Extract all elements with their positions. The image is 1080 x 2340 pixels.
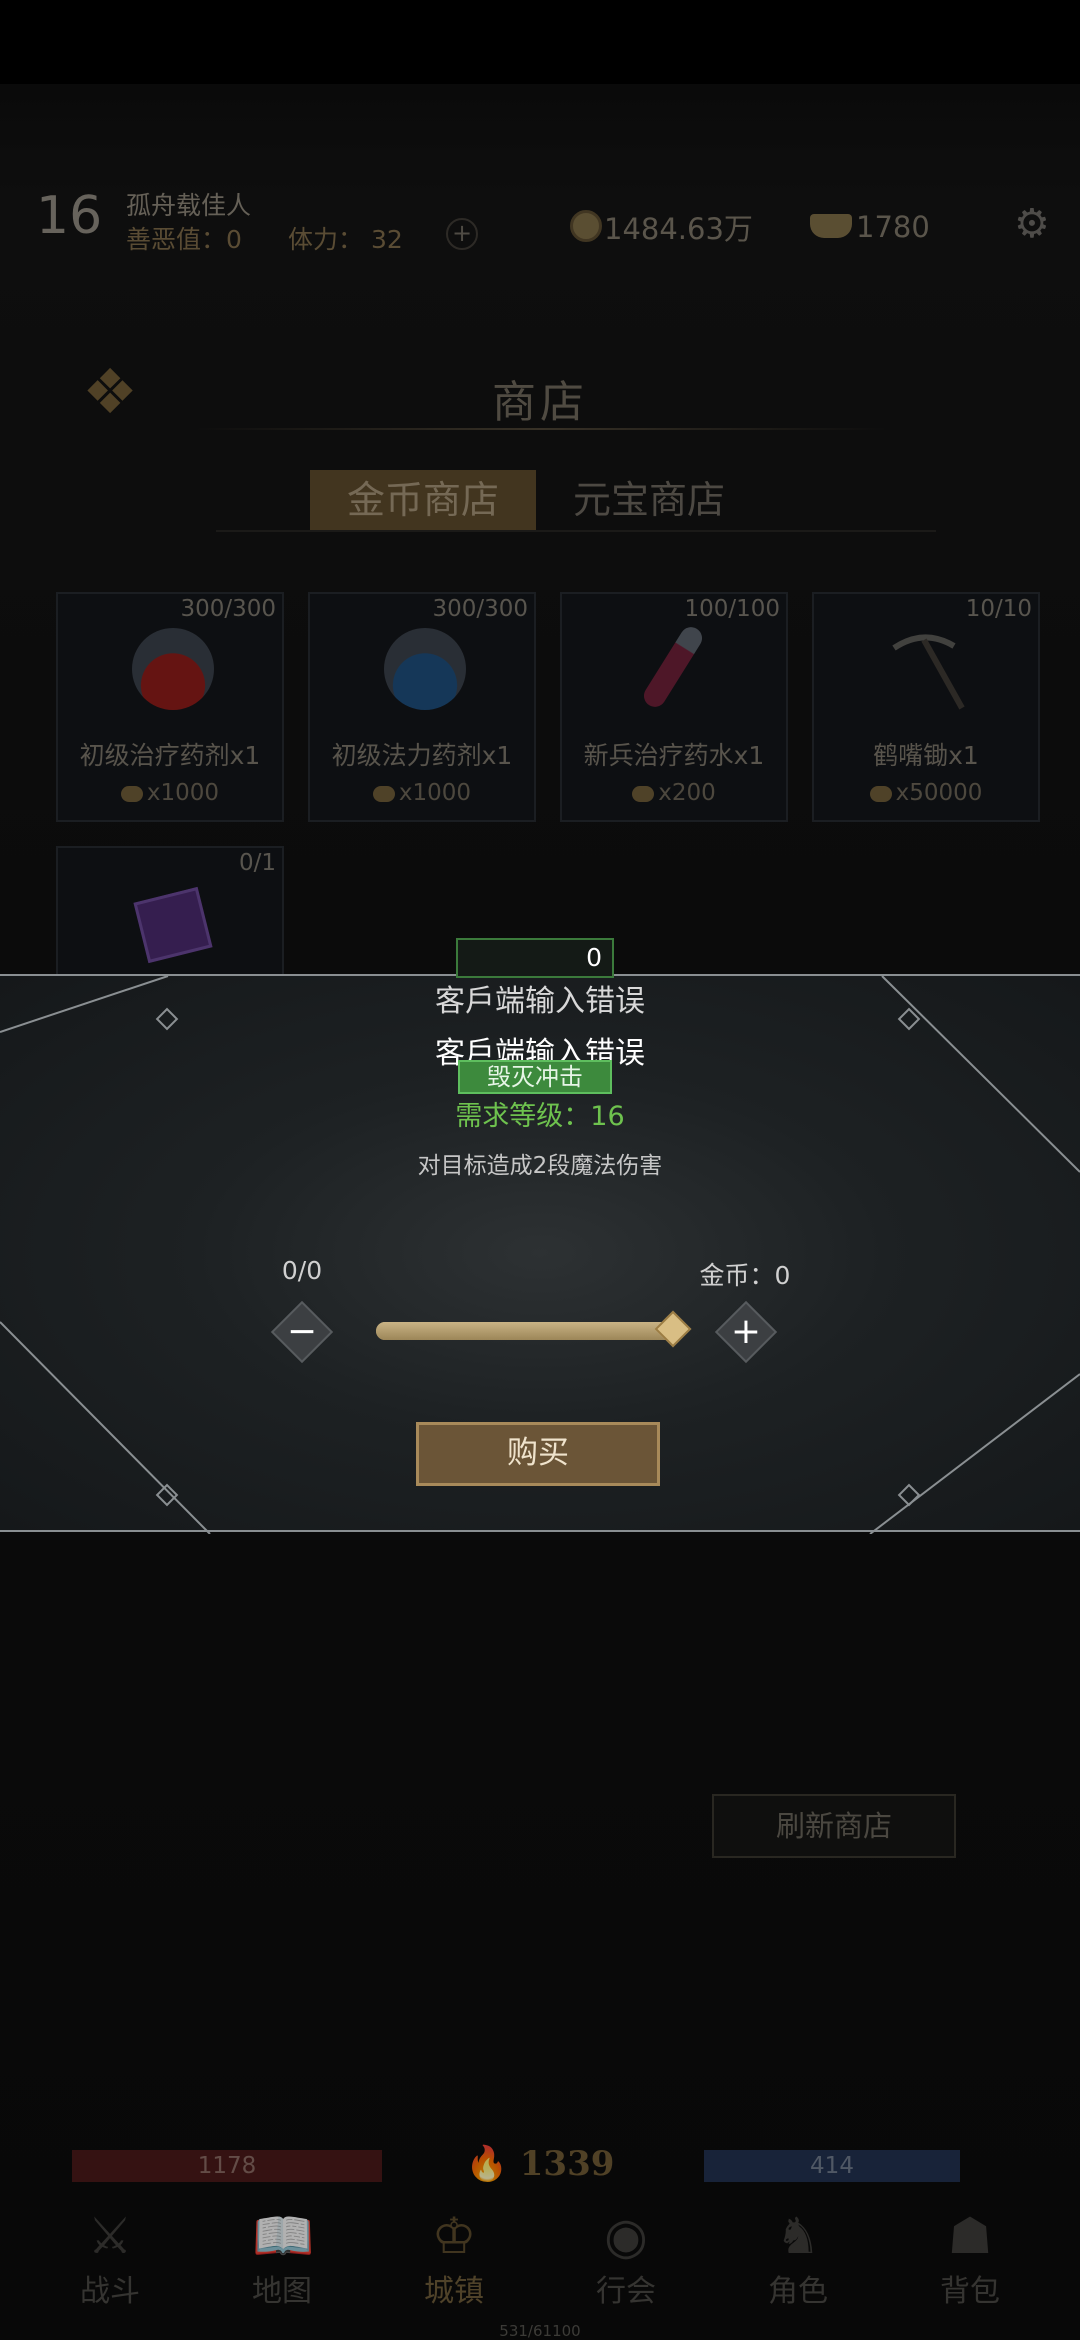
skill-name-badge: 毁灭冲击 (458, 1060, 612, 1094)
required-level: 需求等级：16 (455, 1101, 625, 1132)
error-message: 客戶端输入错误 (435, 984, 645, 1019)
quantity-count: 0/0 (281, 1256, 323, 1285)
buy-button[interactable]: 购买 (416, 1422, 660, 1486)
minus-icon: − (286, 1311, 318, 1352)
slider-fill (376, 1322, 676, 1340)
quantity-input[interactable]: 0 (456, 938, 614, 978)
skill-description: 对目标造成2段魔法伤害 (417, 1153, 663, 1179)
plus-icon: + (730, 1311, 762, 1352)
gold-cost: 金币：0 (699, 1261, 791, 1290)
